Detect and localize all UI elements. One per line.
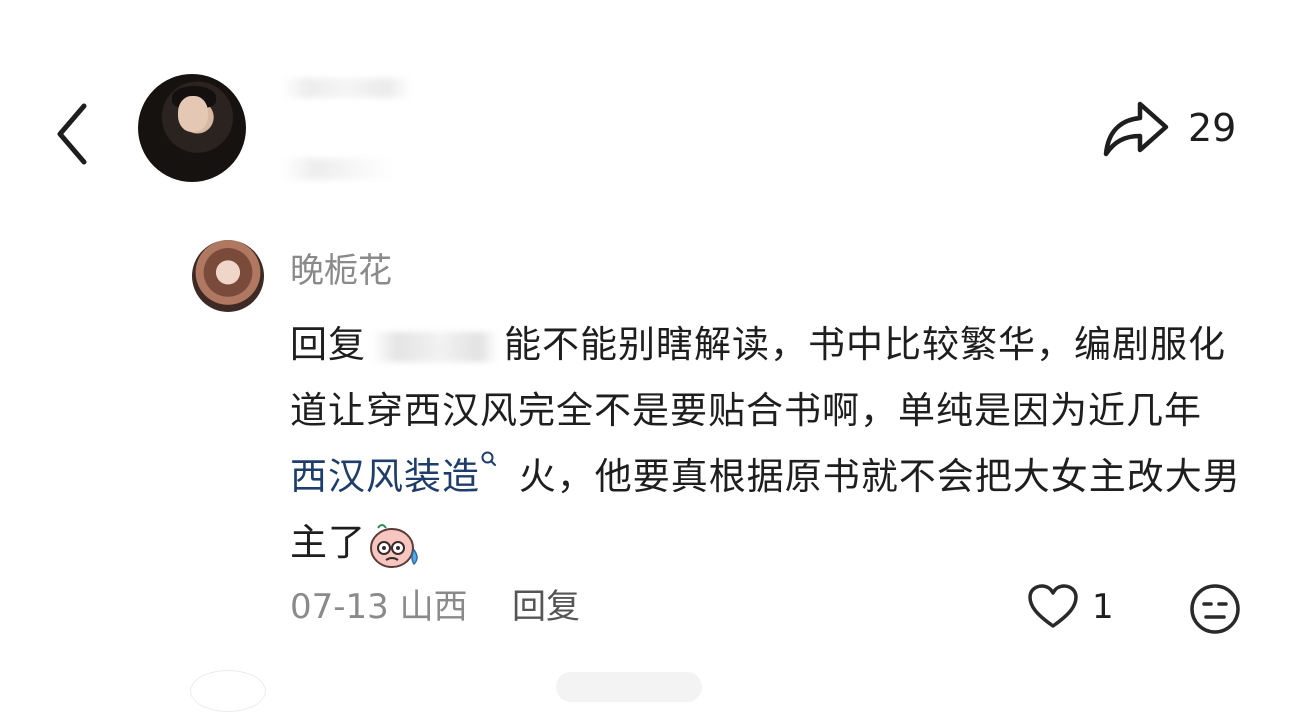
avatar-face xyxy=(178,96,208,132)
top-bar: 29 xyxy=(0,60,1290,200)
commenter-avatar[interactable] xyxy=(192,240,264,312)
like-button[interactable]: 1 xyxy=(1026,582,1126,632)
chevron-left-icon xyxy=(57,103,87,165)
reply-prefix: 回复 xyxy=(290,323,366,366)
author-name-redacted xyxy=(282,78,412,98)
next-comment-avatar-edge xyxy=(190,670,266,712)
share-button[interactable]: 29 xyxy=(1100,96,1250,160)
topic-link-label: 西汉风装造 xyxy=(290,455,480,498)
search-icon xyxy=(481,451,496,466)
sweat-face-emoji xyxy=(370,523,418,568)
commenter-name[interactable]: 晚栀花 xyxy=(290,246,392,296)
author-subtitle-redacted xyxy=(282,158,392,180)
reply-button[interactable]: 回复 xyxy=(512,582,580,632)
share-arrow-icon xyxy=(1103,101,1169,157)
dislike-button[interactable] xyxy=(1188,582,1242,636)
back-button[interactable] xyxy=(48,98,100,170)
comment-date-location: 07-13 山西 xyxy=(290,587,468,627)
replied-user-redacted xyxy=(372,331,498,362)
like-count: 1 xyxy=(1092,587,1114,627)
unhappy-face-icon xyxy=(1190,584,1240,634)
heart-outline-icon xyxy=(1028,584,1078,628)
comment-meta: 07-13 山西 回复 1 xyxy=(290,582,1250,634)
share-count: 29 xyxy=(1188,106,1237,150)
topic-link[interactable]: 西汉风装造 xyxy=(290,451,506,498)
comment-text: 回复 能不能别瞎解读，书中比较繁华，编剧服化道让穿西汉风完全不是要贴合书啊，单纯是… xyxy=(290,312,1250,576)
next-comment-pill-edge xyxy=(556,672,702,702)
author-avatar[interactable] xyxy=(138,74,246,182)
